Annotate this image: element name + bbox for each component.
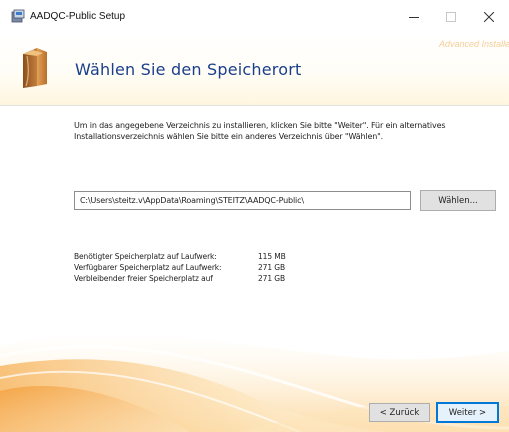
- maximize-icon: [446, 12, 456, 22]
- instruction-line-1: Um in das angegebene Verzeichnis zu inst…: [74, 121, 446, 130]
- page-header: Wählen Sie den Speicherort Advanced Inst…: [0, 34, 509, 105]
- window-title: AADQC-Public Setup: [30, 11, 126, 22]
- back-button[interactable]: < Zurück: [369, 403, 430, 422]
- space-value: 271 GB: [258, 263, 286, 272]
- content-area: Um in das angegebene Verzeichnis zu inst…: [0, 106, 509, 432]
- next-button[interactable]: Weiter >: [436, 402, 499, 423]
- browse-button[interactable]: Wählen...: [420, 190, 496, 211]
- space-value: 271 GB: [258, 274, 286, 283]
- minimize-icon: [409, 17, 419, 18]
- minimize-button[interactable]: [397, 4, 431, 30]
- close-icon: [484, 12, 494, 22]
- maximize-button[interactable]: [434, 4, 468, 30]
- installer-window: AADQC-Public Setup Wählen Sie den Speich…: [0, 0, 509, 432]
- install-path-input[interactable]: C:\Users\steitz.v\AppData\Roaming\STEITZ…: [74, 191, 411, 210]
- brand-watermark: Advanced Installer: [438, 39, 509, 49]
- space-label: Verfügbarer Speicherplatz auf Laufwerk:: [74, 263, 222, 272]
- instruction-line-2: Installationsverzeichnis wählen Sie bitt…: [74, 131, 384, 141]
- space-label: Verbleibender freier Speicherplatz auf: [74, 274, 213, 283]
- space-label: Benötigter Speicherplatz auf Laufwerk:: [74, 252, 217, 261]
- setup-app-icon: [11, 9, 25, 23]
- installer-box-icon: [23, 48, 47, 88]
- page-title: Wählen Sie den Speicherort: [75, 60, 302, 79]
- close-button[interactable]: [472, 4, 506, 30]
- title-bar[interactable]: AADQC-Public Setup: [0, 0, 509, 34]
- space-value: 115 MB: [258, 252, 286, 261]
- instruction-text: Um in das angegebene Verzeichnis zu inst…: [74, 121, 494, 142]
